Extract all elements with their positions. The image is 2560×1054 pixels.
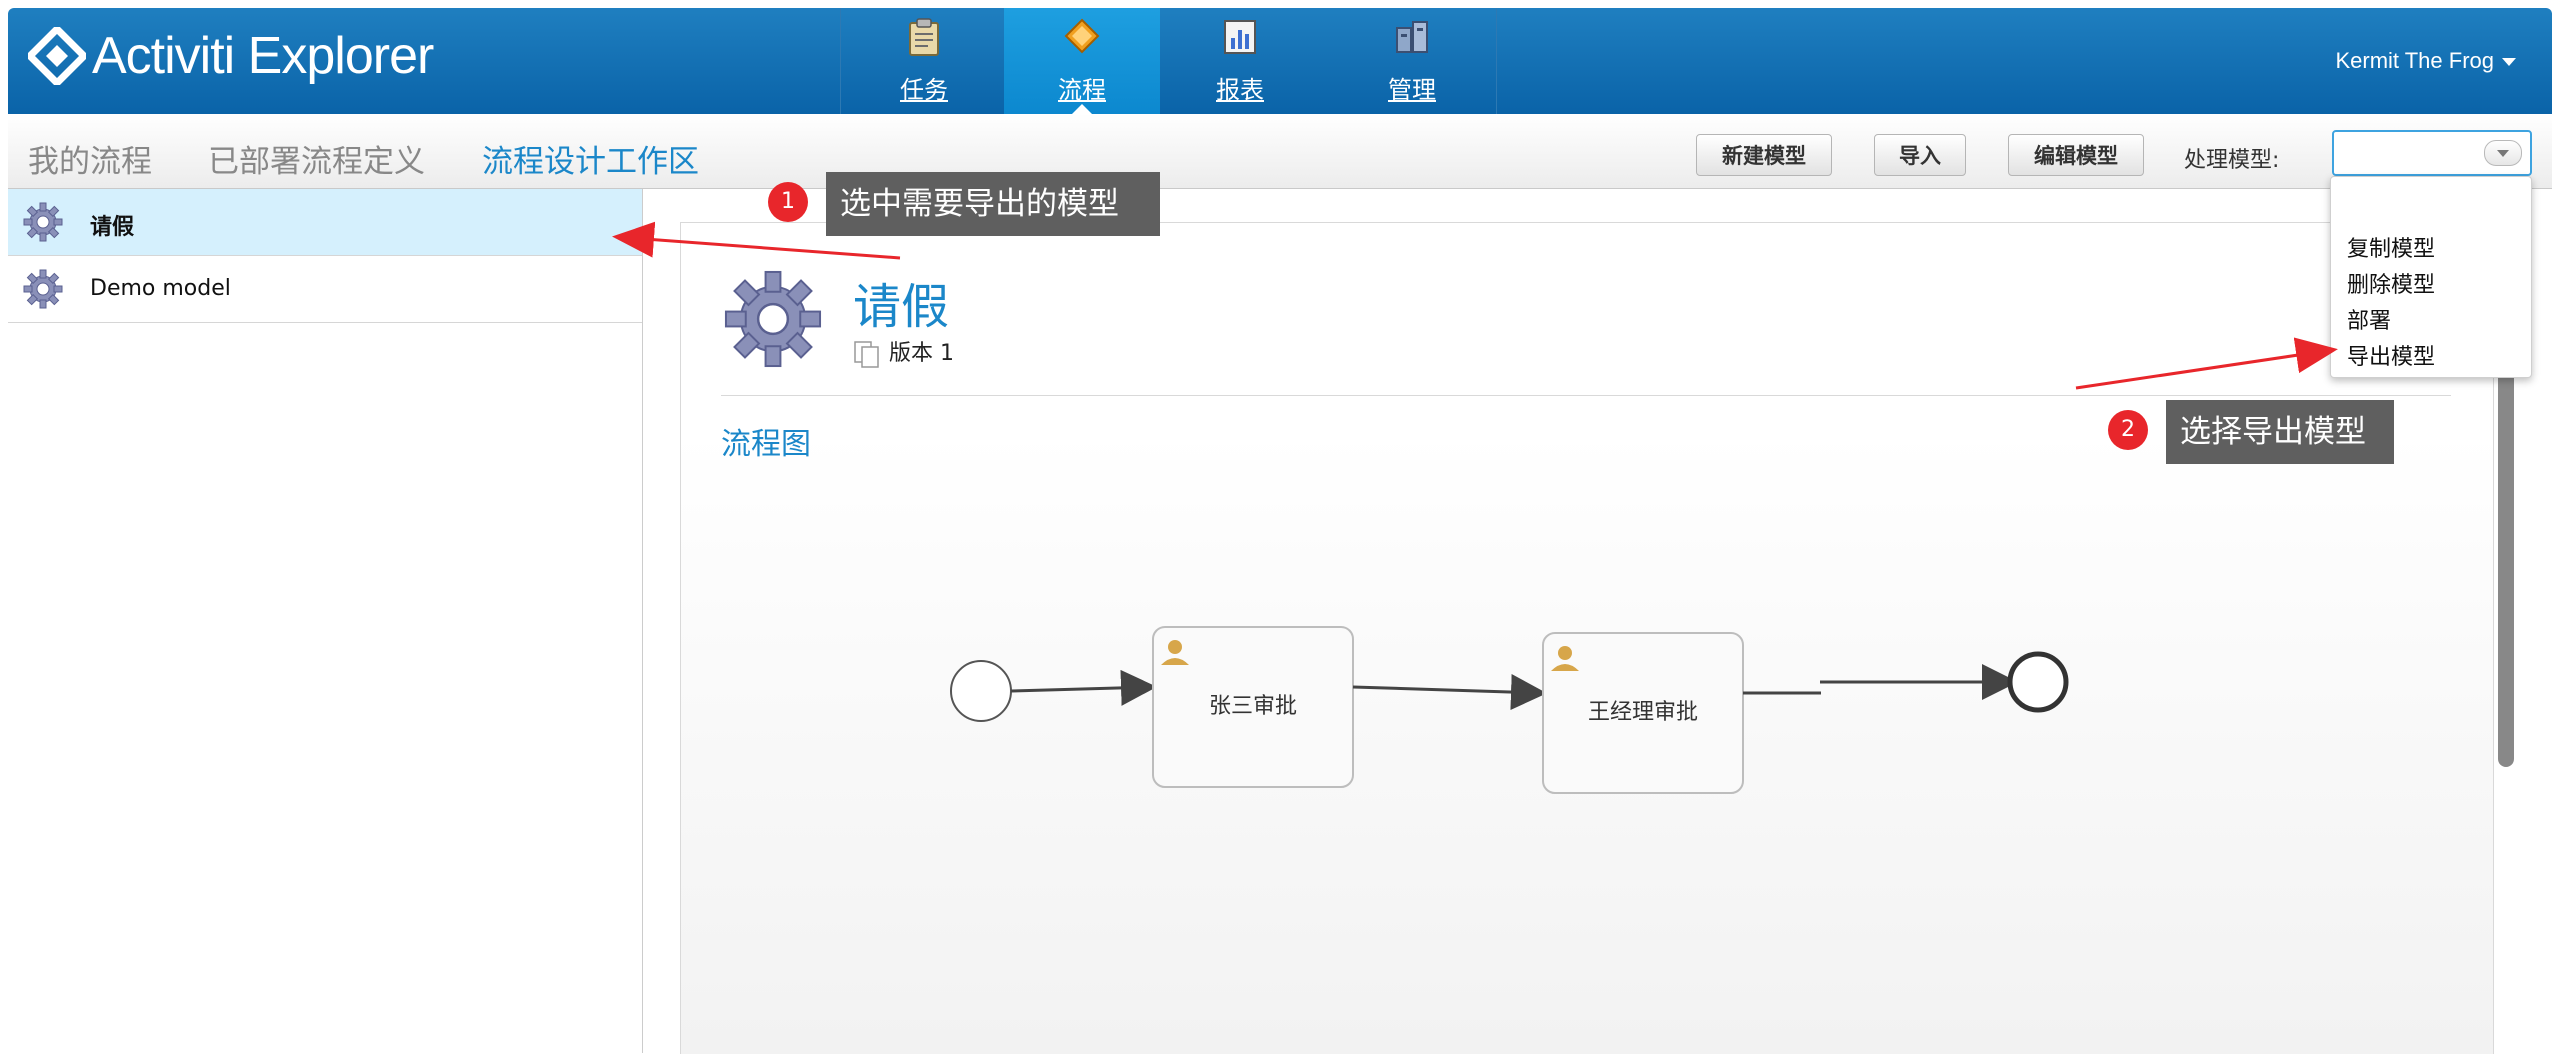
top-header: Activiti Explorer 任务 流程 报表 管理 Kermit The… xyxy=(8,8,2552,114)
process-model-label: 处理模型: xyxy=(2184,148,2280,173)
process-model-select[interactable] xyxy=(2332,130,2532,176)
menu-item-export-model[interactable]: 导出模型 xyxy=(2347,339,2435,371)
edit-model-button[interactable]: 编辑模型 xyxy=(2008,134,2144,176)
process-diamond-icon xyxy=(1064,18,1100,54)
tab-model-workspace[interactable]: 流程设计工作区 xyxy=(482,136,699,181)
divider xyxy=(721,395,2451,396)
copy-pages-icon xyxy=(854,341,879,368)
app-window: Activiti Explorer 任务 流程 报表 管理 Kermit The… xyxy=(8,8,2552,1054)
sequence-flow xyxy=(1352,674,1547,711)
nav-tasks[interactable]: 任务 xyxy=(846,8,1002,114)
clipboard-icon xyxy=(909,18,939,56)
menu-item-delete-model[interactable]: 删除模型 xyxy=(2347,267,2435,299)
nav-reports[interactable]: 报表 xyxy=(1162,8,1318,114)
user-name: Kermit The Frog xyxy=(2335,48,2494,73)
model-name: Demo model xyxy=(90,276,231,301)
sequence-flow xyxy=(1010,669,1157,706)
annotation-badge: 1 xyxy=(768,182,808,222)
gear-icon xyxy=(724,270,822,368)
select-arrow-icon[interactable] xyxy=(2484,140,2522,166)
nav-tasks-label: 任务 xyxy=(900,76,948,104)
user-menu[interactable]: Kermit The Frog xyxy=(2335,48,2516,74)
app-logo[interactable]: Activiti Explorer xyxy=(28,26,434,86)
model-name: 请假 xyxy=(90,215,135,240)
model-detail-card: 请假 版本 1 流程图 张三审批 王经理审批 xyxy=(680,222,2494,1054)
model-list-panel: 请假 Demo model xyxy=(8,189,643,1053)
version-text: 版本 1 xyxy=(889,341,954,366)
menu-item-deploy[interactable]: 部署 xyxy=(2347,303,2391,335)
sub-toolbar: 我的流程 已部署流程定义 流程设计工作区 新建模型 导入 编辑模型 处理模型: xyxy=(8,114,2552,189)
start-event[interactable] xyxy=(950,660,1012,722)
nav-process-label: 流程 xyxy=(1058,76,1106,104)
diagram-title: 流程图 xyxy=(721,427,811,462)
active-nav-caret xyxy=(1072,104,1092,114)
chevron-down-icon xyxy=(2502,58,2516,67)
nav-admin-label: 管理 xyxy=(1388,76,1436,104)
nav-process[interactable]: 流程 xyxy=(1004,8,1160,114)
tab-deployed-definitions[interactable]: 已部署流程定义 xyxy=(208,136,425,181)
new-model-button[interactable]: 新建模型 xyxy=(1696,134,1832,176)
admin-cabinet-icon xyxy=(1396,21,1428,53)
nav-reports-label: 报表 xyxy=(1216,76,1264,104)
process-diagram[interactable]: 张三审批 王经理审批 xyxy=(921,583,1821,823)
model-title: 请假 xyxy=(853,279,950,335)
model-list-item[interactable]: 请假 xyxy=(8,189,642,256)
nav-divider xyxy=(840,8,841,114)
annotation-callout: 选中需要导出的模型 xyxy=(826,172,1160,236)
task-label: 张三审批 xyxy=(1209,693,1297,718)
model-list-item[interactable]: Demo model xyxy=(8,256,642,323)
gear-icon xyxy=(23,269,63,309)
gear-icon xyxy=(23,202,63,242)
report-chart-icon xyxy=(1224,20,1256,54)
app-title: Activiti Explorer xyxy=(92,27,434,85)
nav-divider xyxy=(1496,8,1497,114)
activiti-logo-icon xyxy=(28,27,86,85)
process-model-dropdown: 复制模型 删除模型 部署 导出模型 xyxy=(2330,176,2532,378)
task-label: 王经理审批 xyxy=(1588,699,1698,724)
model-version: 版本 1 xyxy=(853,335,954,368)
annotation-badge: 2 xyxy=(2108,410,2148,450)
annotation-callout: 选择导出模型 xyxy=(2166,400,2394,464)
import-button[interactable]: 导入 xyxy=(1874,134,1966,176)
nav-admin[interactable]: 管理 xyxy=(1334,8,1490,114)
tab-my-processes[interactable]: 我的流程 xyxy=(28,136,152,181)
menu-item-copy-model[interactable]: 复制模型 xyxy=(2347,231,2435,263)
